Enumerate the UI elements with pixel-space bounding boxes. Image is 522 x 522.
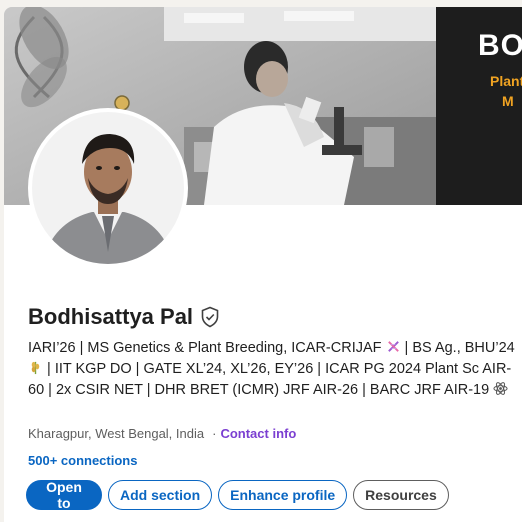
enhance-profile-button[interactable]: Enhance profile bbox=[218, 480, 348, 510]
name-row: Bodhisattya Pal bbox=[28, 304, 220, 330]
profile-card: BO Plant M Bodhisattya Pal IARI’26 | MS … bbox=[4, 7, 522, 522]
cover-title: BO bbox=[478, 29, 522, 62]
profile-actions: Open to Add section Enhance profile Reso… bbox=[26, 479, 449, 511]
add-section-button[interactable]: Add section bbox=[108, 480, 213, 510]
resources-button[interactable]: Resources bbox=[353, 480, 449, 510]
profile-name: Bodhisattya Pal bbox=[28, 304, 194, 329]
location-row: Kharagpur, West Bengal, India · Contact … bbox=[28, 426, 296, 441]
headline-text-2: | BS Ag., BHU’24 bbox=[400, 340, 515, 356]
avatar[interactable] bbox=[28, 108, 188, 268]
atom-icon bbox=[493, 382, 508, 395]
dna-icon bbox=[387, 341, 399, 352]
contact-info-link[interactable]: Contact info bbox=[220, 426, 296, 441]
cover-subtitle: Plant bbox=[490, 73, 522, 89]
headline-text-1: IARI’26 | MS Genetics & Plant Breeding, … bbox=[28, 340, 386, 356]
cover-subtitle-2: M bbox=[502, 93, 514, 109]
profile-photo bbox=[32, 112, 184, 264]
cover-text-panel: BO Plant M bbox=[436, 7, 522, 205]
profile-headline: IARI’26 | MS Genetics & Plant Breeding, … bbox=[28, 338, 518, 401]
open-to-button[interactable]: Open to bbox=[26, 479, 102, 511]
location-text: Kharagpur, West Bengal, India bbox=[28, 426, 205, 441]
connections-link[interactable]: 500+ connections bbox=[28, 453, 137, 468]
separator-dot: · bbox=[212, 426, 217, 441]
wheat-icon bbox=[31, 361, 40, 375]
verified-shield-icon[interactable] bbox=[200, 306, 220, 328]
headline-text-3: | IIT KGP DO | GATE XL’24, XL’26, EY’26 … bbox=[28, 361, 512, 398]
